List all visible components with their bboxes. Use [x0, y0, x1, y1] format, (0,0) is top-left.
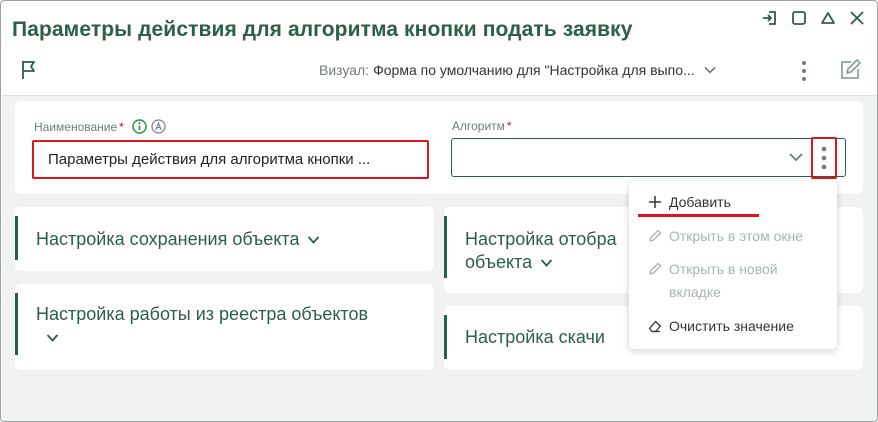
info-icon[interactable]: [132, 119, 147, 134]
close-icon[interactable]: [847, 8, 867, 28]
menu-item-open-here[interactable]: Открыть в этом окне: [647, 225, 803, 248]
section-title-save[interactable]: Настройка сохранения объекта: [36, 228, 320, 251]
algorithm-context-menu: Добавить Открыть в этом окне Открыть в н…: [629, 181, 837, 349]
window-controls: [760, 8, 867, 28]
menu-item-open-new-tab-line1: Открыть в новой: [669, 261, 778, 277]
chevron-down-icon: [540, 259, 553, 268]
chevron-down-icon: [308, 236, 320, 245]
section-title-display-line2: объекта: [465, 252, 533, 272]
restore-icon[interactable]: [760, 8, 780, 28]
section-accent: [444, 216, 447, 278]
name-input[interactable]: Параметры действия для алгоритма кнопки …: [32, 140, 429, 179]
menu-item-add-label: Добавить: [669, 194, 731, 210]
menu-item-open-here-label: Открыть в этом окне: [669, 228, 804, 244]
minimize-icon[interactable]: [818, 8, 838, 28]
required-mark: *: [506, 119, 512, 133]
section-title-save-text: Настройка сохранения объекта: [36, 229, 300, 249]
eraser-icon: [648, 320, 662, 333]
highlight-underline: [638, 214, 759, 217]
more-vertical-icon: [821, 146, 827, 170]
menu-item-open-new-tab-line2: вкладке: [669, 284, 721, 300]
section-accent: [15, 216, 18, 260]
visual-label: Визуал:: [319, 62, 370, 78]
algorithm-select[interactable]: [451, 138, 846, 177]
algorithm-more-button[interactable]: [811, 137, 837, 179]
visual-value: Форма по умолчанию для "Настройка для вы…: [373, 62, 695, 78]
visual-selector[interactable]: Визуал: Форма по умолчанию для "Настройк…: [319, 62, 717, 78]
section-title-display-line1: Настройка отобра: [465, 229, 617, 249]
pencil-icon: [649, 262, 662, 275]
algorithm-label-text: Алгоритм: [452, 119, 505, 133]
section-title-display[interactable]: Настройка отобра объекта: [465, 228, 617, 274]
plus-icon: [649, 196, 661, 208]
translate-icon[interactable]: [151, 119, 166, 134]
edit-icon[interactable]: [838, 58, 862, 82]
required-mark: *: [119, 119, 124, 134]
pencil-icon: [649, 229, 662, 242]
menu-item-clear-label: Очистить значение: [669, 318, 794, 334]
section-accent: [444, 315, 447, 359]
dialog-title: Параметры действия для алгоритма кнопки …: [12, 18, 633, 41]
section-title-download[interactable]: Настройка скачи: [465, 326, 605, 349]
section-title-registry-text: Настройка работы из реестра объектов: [36, 304, 369, 324]
dialog-window: Параметры действия для алгоритма кнопки …: [0, 0, 878, 422]
section-accent: [15, 293, 18, 355]
chevron-down-icon[interactable]: [788, 149, 804, 165]
more-vertical-icon[interactable]: [797, 59, 811, 83]
menu-item-open-new-tab[interactable]: Открыть в новой вкладке: [647, 258, 778, 304]
name-field-label: Наименование *: [34, 119, 166, 134]
maximize-icon[interactable]: [789, 8, 809, 28]
menu-item-clear[interactable]: Очистить значение: [647, 315, 794, 338]
chevron-down-icon: [704, 66, 716, 74]
algorithm-field-label: Алгоритм *: [452, 119, 512, 133]
chevron-down-icon: [46, 334, 59, 343]
section-title-registry[interactable]: Настройка работы из реестра объектов: [36, 303, 428, 349]
flag-icon[interactable]: [19, 59, 39, 81]
name-label-text: Наименование: [34, 119, 118, 134]
menu-item-add[interactable]: Добавить: [647, 191, 731, 214]
